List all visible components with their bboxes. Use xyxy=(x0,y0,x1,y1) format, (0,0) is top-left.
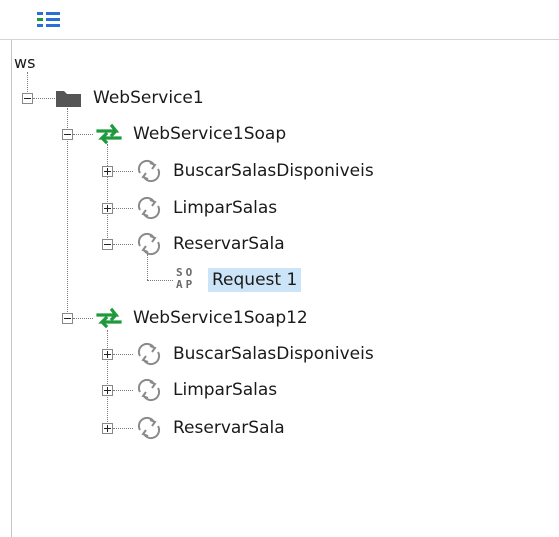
tree-connector xyxy=(113,208,133,209)
refresh-cycle-icon xyxy=(135,416,163,440)
refresh-cycle-icon xyxy=(135,342,163,366)
expand-toggle[interactable] xyxy=(102,423,113,434)
expand-toggle[interactable] xyxy=(102,166,113,177)
tree-connector xyxy=(113,171,133,172)
tree-list-icon[interactable] xyxy=(37,9,61,31)
tree-node-operation[interactable]: LimparSalas xyxy=(169,196,281,220)
project-tree: ws WebService1 WebService1Soap BuscarSal… xyxy=(0,40,559,537)
tree-connector xyxy=(73,134,93,135)
tree-connector xyxy=(113,244,133,245)
tree-node-binding[interactable]: WebService1Soap xyxy=(129,122,290,146)
swap-arrows-icon xyxy=(95,122,123,146)
expand-toggle[interactable] xyxy=(102,203,113,214)
collapse-toggle[interactable] xyxy=(62,129,73,140)
swap-arrows-icon xyxy=(95,306,123,330)
tree-node-operation[interactable]: BuscarSalasDisponiveis xyxy=(169,159,378,183)
expand-toggle[interactable] xyxy=(102,349,113,360)
folder-icon xyxy=(55,86,83,110)
tree-node-operation[interactable]: ReservarSala xyxy=(169,232,289,256)
tree-connector xyxy=(33,98,55,99)
refresh-cycle-icon xyxy=(135,378,163,402)
tree-connector xyxy=(147,280,173,281)
tree-connector xyxy=(113,354,133,355)
tree-connector xyxy=(113,390,133,391)
collapse-toggle[interactable] xyxy=(22,93,33,104)
tree-node-binding[interactable]: WebService1Soap12 xyxy=(129,306,312,330)
tree-connector xyxy=(73,318,93,319)
tree-node-operation[interactable]: ReservarSala xyxy=(169,416,289,440)
expand-toggle[interactable] xyxy=(102,385,113,396)
tree-node-operation[interactable]: LimparSalas xyxy=(169,378,281,402)
toolbar xyxy=(0,0,559,40)
collapse-toggle[interactable] xyxy=(102,239,113,250)
tree-node-request[interactable]: Request 1 xyxy=(208,268,302,292)
tree-root-label: ws xyxy=(14,53,36,72)
soap-request-icon: SO AP xyxy=(176,266,196,291)
tree-connector xyxy=(113,428,133,429)
tree-node-service[interactable]: WebService1 xyxy=(89,86,208,110)
tree-connector xyxy=(107,330,108,428)
refresh-cycle-icon xyxy=(135,196,163,220)
collapse-toggle[interactable] xyxy=(62,313,73,324)
tree-connector xyxy=(147,254,148,280)
tree-node-operation[interactable]: BuscarSalasDisponiveis xyxy=(169,342,378,366)
refresh-cycle-icon xyxy=(135,159,163,183)
tree-connector xyxy=(107,144,108,244)
refresh-cycle-icon xyxy=(135,232,163,256)
